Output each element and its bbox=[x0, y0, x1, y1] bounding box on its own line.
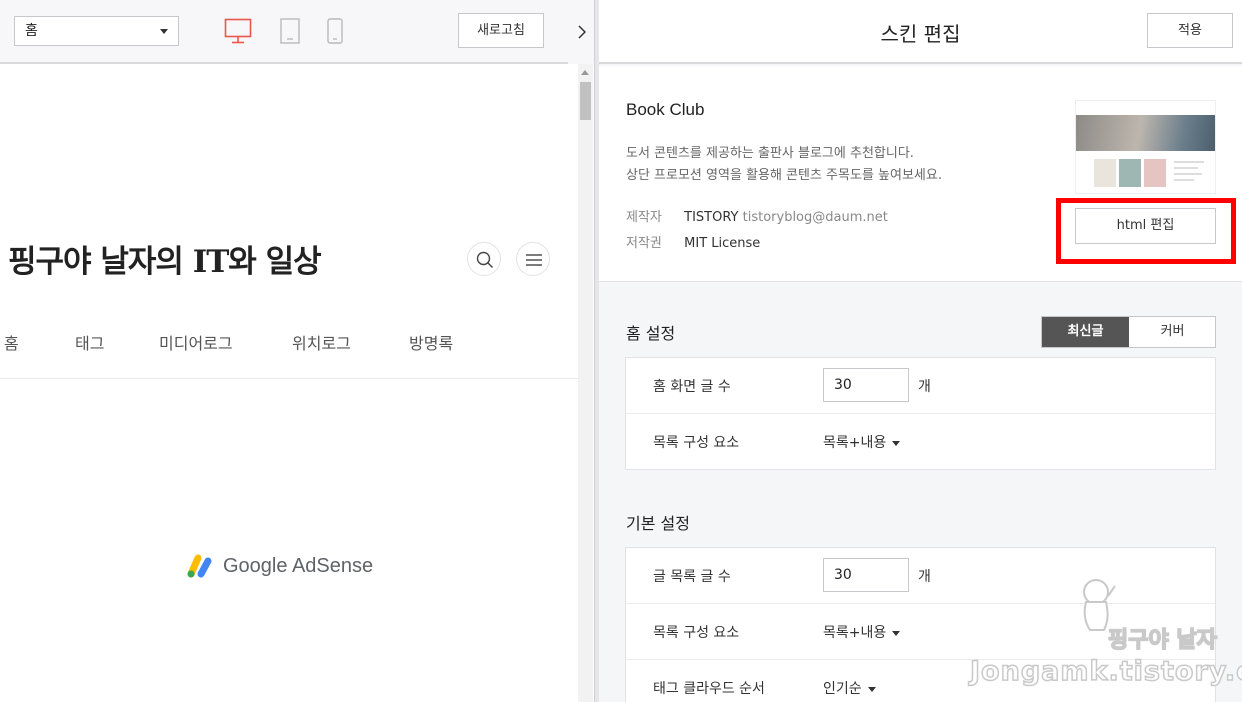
panel-title: 스킨 편집 bbox=[880, 22, 961, 46]
basic-settings-card: 글 목록 글 수 30 개 목록 구성 요소 목록+내용 태그 클라우드 순서 … bbox=[625, 547, 1216, 702]
home-post-count-unit: 개 bbox=[918, 379, 931, 395]
tag-cloud-order-value: 인기순 bbox=[823, 681, 862, 697]
panel-header: 스킨 편집 적용 bbox=[599, 0, 1242, 64]
license-value: MIT License bbox=[684, 236, 761, 251]
author-key: 제작자 bbox=[626, 210, 662, 225]
list-post-count-label: 글 목록 글 수 bbox=[653, 569, 731, 585]
tag-cloud-order-row: 태그 클라우드 순서 인기순 bbox=[626, 660, 1215, 702]
caret-down-icon bbox=[892, 630, 901, 636]
tablet-icon[interactable] bbox=[280, 18, 300, 44]
preview-pane: 홈 새로고침 핑구야 날자의 IT와 일상 홈 태그 미디어로그 위치로그 방명… bbox=[0, 0, 578, 702]
toggle-cover[interactable]: 커버 bbox=[1129, 317, 1216, 347]
author-email: tistoryblog@daum.net bbox=[742, 210, 888, 225]
preview-toolbar: 홈 새로고침 bbox=[0, 0, 578, 64]
page-select[interactable]: 홈 bbox=[14, 16, 179, 46]
nav-item-locationlog[interactable]: 위치로그 bbox=[292, 330, 351, 354]
search-icon bbox=[476, 251, 493, 268]
tag-cloud-order-label: 태그 클라우드 순서 bbox=[653, 681, 765, 697]
basic-settings-title: 기본 설정 bbox=[626, 514, 690, 533]
home-settings-card: 홈 화면 글 수 30 개 목록 구성 요소 목록+내용 bbox=[625, 357, 1216, 470]
mobile-icon[interactable] bbox=[327, 18, 343, 44]
skin-thumbnail bbox=[1075, 100, 1216, 194]
list-elements-value: 목록+내용 bbox=[823, 625, 887, 641]
nav-item-home[interactable]: 홈 bbox=[4, 330, 19, 354]
skin-name: Book Club bbox=[626, 100, 705, 119]
caret-down-icon bbox=[867, 686, 876, 692]
skin-license-row: 저작권 MIT License bbox=[626, 232, 760, 251]
skin-edit-panel: 스킨 편집 적용 Book Club 도서 콘텐츠를 제공하는 출판사 블로그에… bbox=[599, 0, 1242, 702]
list-post-count-row: 글 목록 글 수 30 개 bbox=[626, 548, 1215, 604]
nav-item-guestbook[interactable]: 방명록 bbox=[409, 330, 453, 354]
collapse-toggle[interactable] bbox=[568, 0, 594, 64]
toggle-latest[interactable]: 최신글 bbox=[1042, 317, 1129, 347]
adsense-text: Google AdSense bbox=[223, 555, 374, 577]
blog-nav: 홈 태그 미디어로그 위치로그 방명록 bbox=[0, 330, 578, 354]
home-list-elements-value: 목록+내용 bbox=[823, 435, 887, 451]
skin-desc-line-1: 도서 콘텐츠를 제공하는 출판사 블로그에 추천합니다. bbox=[626, 146, 914, 161]
adsense-logo-icon bbox=[187, 554, 212, 578]
list-elements-dropdown[interactable]: 목록+내용 bbox=[823, 622, 901, 642]
blog-title[interactable]: 핑구야 날자의 IT와 일상 bbox=[8, 236, 322, 281]
skin-description: 도서 콘텐츠를 제공하는 출판사 블로그에 추천합니다. 상단 프로모션 영역을… bbox=[626, 143, 942, 187]
chevron-right-icon bbox=[578, 24, 587, 43]
caret-down-icon bbox=[892, 440, 901, 446]
list-elements-row: 목록 구성 요소 목록+내용 bbox=[626, 604, 1215, 660]
desktop-icon[interactable] bbox=[224, 18, 252, 44]
skin-info-card: Book Club 도서 콘텐츠를 제공하는 출판사 블로그에 추천합니다. 상… bbox=[599, 66, 1242, 282]
home-mode-toggle: 최신글 커버 bbox=[1041, 316, 1216, 348]
home-list-elements-dropdown[interactable]: 목록+내용 bbox=[823, 432, 901, 452]
home-settings-title: 홈 설정 bbox=[626, 324, 676, 343]
search-button[interactable] bbox=[467, 242, 501, 276]
home-post-count-input[interactable]: 30 bbox=[823, 368, 909, 402]
home-post-count-label: 홈 화면 글 수 bbox=[653, 379, 731, 395]
nav-item-medialog[interactable]: 미디어로그 bbox=[159, 330, 233, 354]
list-post-count-input[interactable]: 30 bbox=[823, 558, 909, 592]
html-edit-button[interactable]: html 편집 bbox=[1075, 208, 1216, 244]
hamburger-icon bbox=[526, 254, 542, 266]
scroll-up-icon[interactable] bbox=[581, 70, 589, 75]
scroll-thumb[interactable] bbox=[580, 82, 591, 120]
nav-item-tag[interactable]: 태그 bbox=[75, 330, 104, 354]
page-select-value: 홈 bbox=[25, 23, 38, 39]
caret-down-icon bbox=[160, 29, 168, 34]
refresh-button[interactable]: 새로고침 bbox=[458, 13, 544, 48]
skin-author-row: 제작자 TISTORY tistoryblog@daum.net bbox=[626, 206, 888, 225]
license-key: 저작권 bbox=[626, 236, 662, 251]
apply-button[interactable]: 적용 bbox=[1147, 13, 1233, 48]
home-list-elements-row: 목록 구성 요소 목록+내용 bbox=[626, 414, 1215, 470]
home-post-count-row: 홈 화면 글 수 30 개 bbox=[626, 358, 1215, 414]
nav-divider bbox=[0, 378, 578, 379]
preview-scrollbar[interactable] bbox=[578, 64, 593, 702]
home-list-elements-label: 목록 구성 요소 bbox=[653, 435, 740, 451]
author-name: TISTORY bbox=[684, 210, 739, 225]
list-post-count-unit: 개 bbox=[918, 569, 931, 585]
skin-desc-line-2: 상단 프로모션 영역을 활용해 콘텐츠 주목도를 높여보세요. bbox=[626, 168, 942, 183]
list-elements-label: 목록 구성 요소 bbox=[653, 625, 740, 641]
tag-cloud-order-dropdown[interactable]: 인기순 bbox=[823, 678, 876, 698]
menu-button[interactable] bbox=[516, 242, 550, 276]
